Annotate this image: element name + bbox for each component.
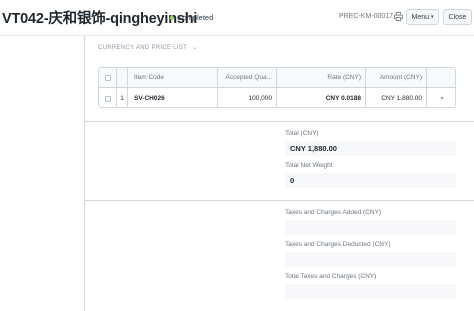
total-label: Total (CNY) xyxy=(285,130,319,137)
taxes-deducted-value xyxy=(285,252,456,267)
section-divider xyxy=(84,121,474,122)
column-header-amount: Amount (CNY) xyxy=(366,68,427,87)
column-header-accepted-qty: Accepted Qua... xyxy=(218,68,277,87)
select-all-cell xyxy=(99,68,117,87)
taxes-added-label: Taxes and Charges Added (CNY) xyxy=(285,209,382,216)
items-table: Item Code Accepted Qua... Rate (CNY) Amo… xyxy=(98,67,456,108)
chevron-down-icon: ⌄ xyxy=(192,45,198,51)
taxes-deducted-label: Taxes and Charges Deducted (CNY) xyxy=(285,241,391,248)
cell-item-code[interactable]: SV-CH026 xyxy=(128,88,218,107)
column-header-item-code: Item Code xyxy=(128,68,218,87)
row-checkbox[interactable] xyxy=(104,95,111,102)
row-actions[interactable]: ▾ xyxy=(427,88,455,107)
close-button-label: Close xyxy=(448,13,467,21)
section-divider xyxy=(84,200,474,201)
table-header: Item Code Accepted Qua... Rate (CNY) Amo… xyxy=(99,68,455,88)
cell-amount[interactable]: CNY 1,880.00 xyxy=(366,88,427,107)
page-title: VT042-庆和银饰-qingheyinshi xyxy=(2,11,198,27)
total-value: CNY 1,880.00 xyxy=(285,141,456,156)
caret-down-icon: ▾ xyxy=(431,14,434,20)
net-weight-label: Total Net Weight xyxy=(285,162,333,169)
total-taxes-value xyxy=(285,284,456,299)
menu-button[interactable]: Menu ▾ xyxy=(406,9,439,25)
index-header xyxy=(117,68,128,87)
select-all-checkbox[interactable] xyxy=(104,74,111,81)
cell-accepted-qty[interactable]: 100,000 xyxy=(218,88,277,107)
print-icon[interactable] xyxy=(394,12,403,21)
status-indicator: Completed xyxy=(170,13,213,22)
section-title: CURRENCY AND PRICE LIST xyxy=(98,44,188,51)
sidebar-area xyxy=(0,36,84,311)
total-taxes-label: Total Taxes and Charges (CNY) xyxy=(285,273,377,280)
row-select-cell xyxy=(99,88,117,107)
status-text: Completed xyxy=(177,13,214,22)
document-id: PREC-KM-00017 xyxy=(339,13,394,20)
column-header-rate: Rate (CNY) xyxy=(277,68,366,87)
close-button[interactable]: Close xyxy=(443,9,472,25)
section-toggle-currency[interactable]: CURRENCY AND PRICE LIST ⌄ xyxy=(98,44,198,52)
status-dot-icon xyxy=(170,15,174,20)
page-header: VT042-庆和银饰-qingheyinshi Completed PREC-K… xyxy=(0,0,474,36)
chevron-down-icon[interactable]: ▾ xyxy=(440,95,443,102)
menu-button-label: Menu xyxy=(411,13,429,21)
taxes-added-value xyxy=(285,220,456,235)
table-row[interactable]: 1 SV-CH026 100,000 CNY 0.0188 CNY 1,880.… xyxy=(99,88,455,107)
net-weight-value: 0 xyxy=(285,173,456,188)
row-index: 1 xyxy=(117,88,128,107)
column-header-actions xyxy=(427,68,455,87)
cell-rate[interactable]: CNY 0.0188 xyxy=(277,88,366,107)
